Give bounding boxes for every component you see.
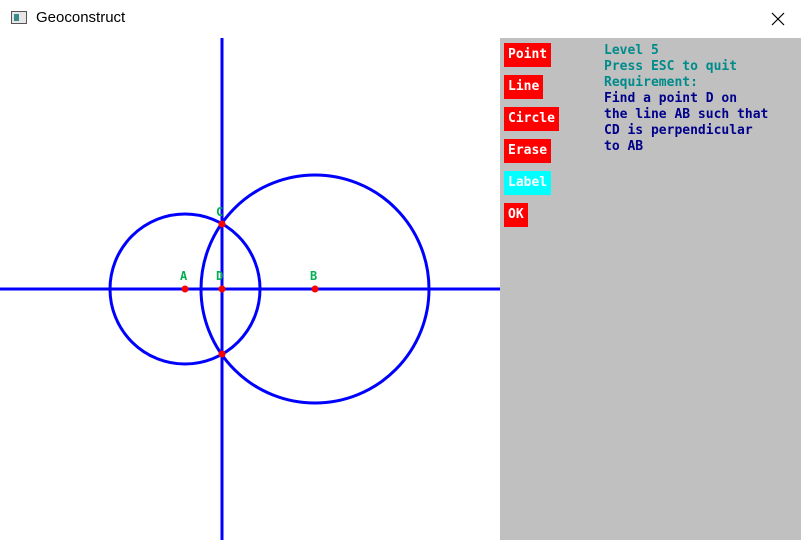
ok-button[interactable]: OK xyxy=(504,203,528,227)
point-b[interactable] xyxy=(311,285,319,293)
control-panel: Point Line Circle Erase Label OK Level 5… xyxy=(500,38,801,540)
label-c: C xyxy=(216,205,223,219)
window-title: Geoconstruct xyxy=(36,9,126,26)
requirement-line: Find a point D on xyxy=(604,91,738,106)
label-d: D xyxy=(216,269,223,283)
label-b: B xyxy=(310,269,317,283)
app-icon xyxy=(11,11,27,24)
circle-tool-button[interactable]: Circle xyxy=(504,107,559,131)
level-text: Level 5 xyxy=(604,43,659,58)
point-a[interactable] xyxy=(181,285,189,293)
level-info: Level 5 Press ESC to quit Requirement: F… xyxy=(604,43,768,155)
erase-tool-button[interactable]: Erase xyxy=(504,139,552,163)
point-d[interactable] xyxy=(218,285,226,293)
requirement-line: the line AB such that xyxy=(604,107,769,122)
point-intersection-lower[interactable] xyxy=(218,350,226,358)
close-icon xyxy=(771,12,785,26)
construction-svg: A D B C xyxy=(0,38,500,540)
quit-hint: Press ESC to quit xyxy=(604,59,738,74)
label-a: A xyxy=(180,269,188,283)
drawing-canvas[interactable]: A D B C xyxy=(0,38,500,540)
point-tool-button[interactable]: Point xyxy=(504,43,552,67)
requirement-line: to AB xyxy=(604,139,644,154)
requirement-line: CD is perpendicular xyxy=(604,123,753,138)
close-button[interactable] xyxy=(755,0,801,38)
label-tool-button[interactable]: Label xyxy=(504,171,552,195)
title-bar: Geoconstruct xyxy=(0,0,801,38)
point-c[interactable] xyxy=(218,220,226,228)
requirement-heading: Requirement: xyxy=(604,75,698,90)
line-tool-button[interactable]: Line xyxy=(504,75,544,99)
